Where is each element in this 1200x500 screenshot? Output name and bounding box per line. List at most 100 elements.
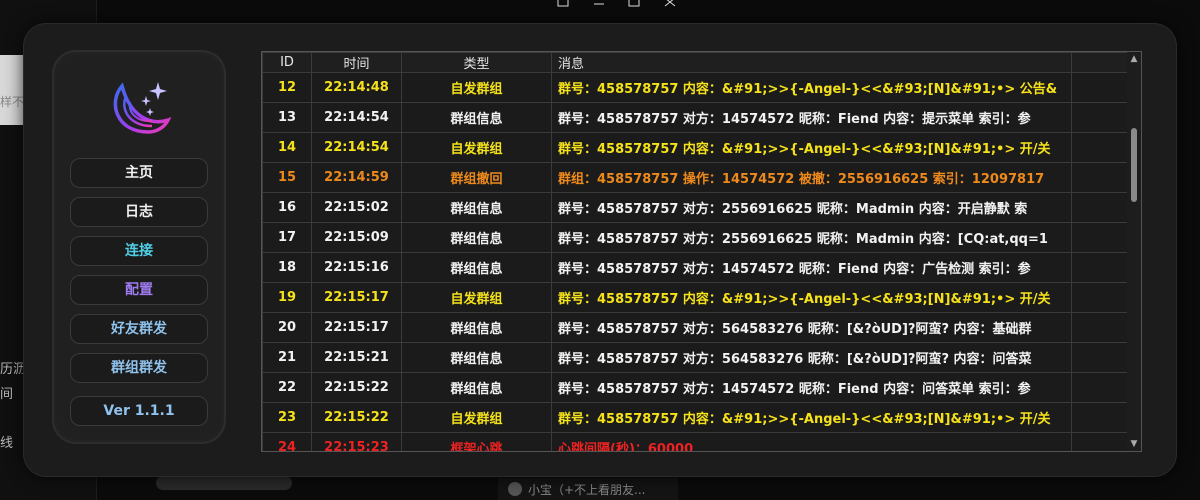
log-id-cell: 18	[262, 252, 312, 283]
table-row[interactable]: 18 22:15:16 群组信息 群号：458578757 对方：14574572 昵…	[262, 252, 1128, 283]
table-row[interactable]: 22 22:15:22 群组信息 群号：458578757 对方：14574572 昵…	[262, 372, 1128, 403]
log-id-cell: 16	[262, 192, 312, 223]
log-time-cell: 22:14:48	[311, 72, 402, 103]
log-filler-cell	[1071, 252, 1128, 283]
log-id-cell: 24	[262, 432, 312, 451]
log-id-cell: 14	[262, 132, 312, 163]
table-row[interactable]: 23 22:15:22 自发群组 群号：458578757 内容：&#91;>>{-A…	[262, 402, 1128, 433]
nav-connect-button[interactable]: 连接	[70, 236, 208, 266]
log-filler-cell	[1071, 132, 1128, 163]
log-type-cell: 群组信息	[401, 222, 552, 253]
log-filler-cell	[1071, 372, 1128, 403]
log-type-cell: 群组信息	[401, 312, 552, 343]
log-time-cell: 22:15:22	[311, 402, 402, 433]
restore-icon	[557, 0, 569, 7]
table-row[interactable]: 15 22:14:59 群组撤回 群组：458578757 操作：14574572 被…	[262, 162, 1128, 193]
log-time-cell: 22:15:02	[311, 192, 402, 223]
table-row[interactable]: 12 22:14:48 自发群组 群号：458578757 内容：&#91;>>{-A…	[262, 72, 1128, 103]
table-row[interactable]: 16 22:15:02 群组信息 群号：458578757 对方：2556916625…	[262, 192, 1128, 223]
moon-stars-logo-icon	[113, 82, 172, 134]
log-message-cell: 群号：458578757 内容：&#91;>>{-Angel-}<<&#93;[…	[551, 72, 1072, 103]
log-type-cell: 群组信息	[401, 342, 552, 373]
table-row[interactable]: 19 22:15:17 自发群组 群号：458578757 内容：&#91;>>{-A…	[262, 282, 1128, 313]
background-text: 间	[0, 387, 14, 402]
log-type-cell: 群组撤回	[401, 162, 552, 193]
log-message-cell: 群号：458578757 对方：2556916625 昵称：Madmin 内容：…	[551, 222, 1072, 253]
log-time-cell: 22:15:17	[311, 312, 402, 343]
minimize-icon	[593, 3, 604, 5]
close-icon	[664, 0, 675, 7]
log-message-cell: 群号：458578757 对方：564583276 昵称：[&?òUD]?阿蛮?…	[551, 342, 1072, 373]
log-type-cell: 自发群组	[401, 282, 552, 313]
avatar	[508, 482, 522, 496]
version-label: Ver 1.1.1	[70, 396, 208, 426]
log-id-cell: 19	[262, 282, 312, 313]
table-row[interactable]: 20 22:15:17 群组信息 群号：458578757 对方：564583276 …	[262, 312, 1128, 343]
background-window-controls	[556, 0, 676, 10]
log-time-cell: 22:14:59	[311, 162, 402, 193]
log-message-cell: 群号：458578757 对方：564583276 昵称：[&?òUD]?阿蛮?…	[551, 312, 1072, 343]
background-scrollbar	[156, 476, 292, 490]
column-header-message[interactable]: 消息	[551, 52, 1072, 73]
log-time-cell: 22:15:17	[311, 282, 402, 313]
log-filler-cell	[1071, 282, 1128, 313]
nav-group-broadcast-button[interactable]: 群组群发	[70, 353, 208, 383]
sidebar: 主页 日志 连接 配置 好友群发 群组群发 Ver 1.1.1	[54, 52, 224, 442]
log-table[interactable]: ID 时间 类型 消息 12 22:14:48 自发群组 群号：458578757 内…	[261, 51, 1142, 452]
log-type-cell: 群组信息	[401, 192, 552, 223]
scroll-down-icon[interactable]: ▼	[1127, 437, 1141, 451]
log-type-cell: 群组信息	[401, 252, 552, 283]
log-filler-cell	[1071, 102, 1128, 133]
log-id-cell: 20	[262, 312, 312, 343]
nav-home-button[interactable]: 主页	[70, 158, 208, 188]
log-message-cell: 群号：458578757 对方：14574572 昵称：Fiend 内容：问答菜…	[551, 372, 1072, 403]
nav-config-button[interactable]: 配置	[70, 275, 208, 305]
log-filler-cell	[1071, 72, 1128, 103]
log-message-cell: 群号：458578757 内容：&#91;>>{-Angel-}<<&#93;[…	[551, 282, 1072, 313]
table-row[interactable]: 21 22:15:21 群组信息 群号：458578757 对方：564583276 …	[262, 342, 1128, 373]
log-time-cell: 22:15:09	[311, 222, 402, 253]
log-type-cell: 自发群组	[401, 132, 552, 163]
background-chat-text: 小宝（+不上看朋友...	[528, 482, 646, 497]
log-filler-cell	[1071, 342, 1128, 373]
log-id-cell: 15	[262, 162, 312, 193]
column-header-id[interactable]: ID	[262, 52, 312, 73]
background-text: 线	[0, 436, 14, 451]
log-message-cell: 心跳间隔(秒)：60000	[551, 432, 1072, 451]
log-filler-cell	[1071, 162, 1128, 193]
log-time-cell: 22:15:21	[311, 342, 402, 373]
table-header-row: ID 时间 类型 消息	[262, 52, 1128, 73]
log-id-cell: 21	[262, 342, 312, 373]
log-type-cell: 群组信息	[401, 372, 552, 403]
table-row[interactable]: 13 22:14:54 群组信息 群号：458578757 对方：14574572 昵…	[262, 102, 1128, 133]
background-card: 样不	[0, 55, 24, 125]
column-header-type[interactable]: 类型	[401, 52, 552, 73]
log-time-cell: 22:14:54	[311, 102, 402, 133]
app-window: 主页 日志 连接 配置 好友群发 群组群发 Ver 1.1.1 ID 时间 类型…	[24, 24, 1176, 476]
column-header-filler	[1071, 52, 1128, 73]
log-id-cell: 13	[262, 102, 312, 133]
nav-log-button[interactable]: 日志	[70, 197, 208, 227]
log-type-cell: 自发群组	[401, 72, 552, 103]
vertical-scrollbar[interactable]: ▲ ▼	[1127, 52, 1141, 451]
log-message-cell: 群号：458578757 对方：2556916625 昵称：Madmin 内容：…	[551, 192, 1072, 223]
log-filler-cell	[1071, 432, 1128, 451]
nav-friend-broadcast-button[interactable]: 好友群发	[70, 314, 208, 344]
scrollbar-thumb[interactable]	[1131, 128, 1137, 202]
maximize-icon	[628, 0, 640, 7]
log-filler-cell	[1071, 312, 1128, 343]
log-message-cell: 群号：458578757 内容：&#91;>>{-Angel-}<<&#93;[…	[551, 132, 1072, 163]
table-row[interactable]: 24 22:15:23 框架心跳 心跳间隔(秒)：60000	[262, 432, 1128, 451]
log-id-cell: 12	[262, 72, 312, 103]
scroll-up-icon[interactable]: ▲	[1127, 52, 1141, 66]
log-time-cell: 22:15:23	[311, 432, 402, 451]
table-row[interactable]: 14 22:14:54 自发群组 群号：458578757 内容：&#91;>>{-A…	[262, 132, 1128, 163]
log-message-cell: 群号：458578757 内容：&#91;>>{-Angel-}<<&#93;[…	[551, 402, 1072, 433]
background-card-text: 样不	[0, 95, 25, 109]
table-row[interactable]: 17 22:15:09 群组信息 群号：458578757 对方：2556916625…	[262, 222, 1128, 253]
log-message-cell: 群组：458578757 操作：14574572 被撤：2556916625 索…	[551, 162, 1072, 193]
background-text: 历沥	[0, 362, 27, 377]
log-type-cell: 群组信息	[401, 102, 552, 133]
column-header-time[interactable]: 时间	[311, 52, 402, 73]
background-chat-preview: 小宝（+不上看朋友...	[498, 478, 678, 500]
